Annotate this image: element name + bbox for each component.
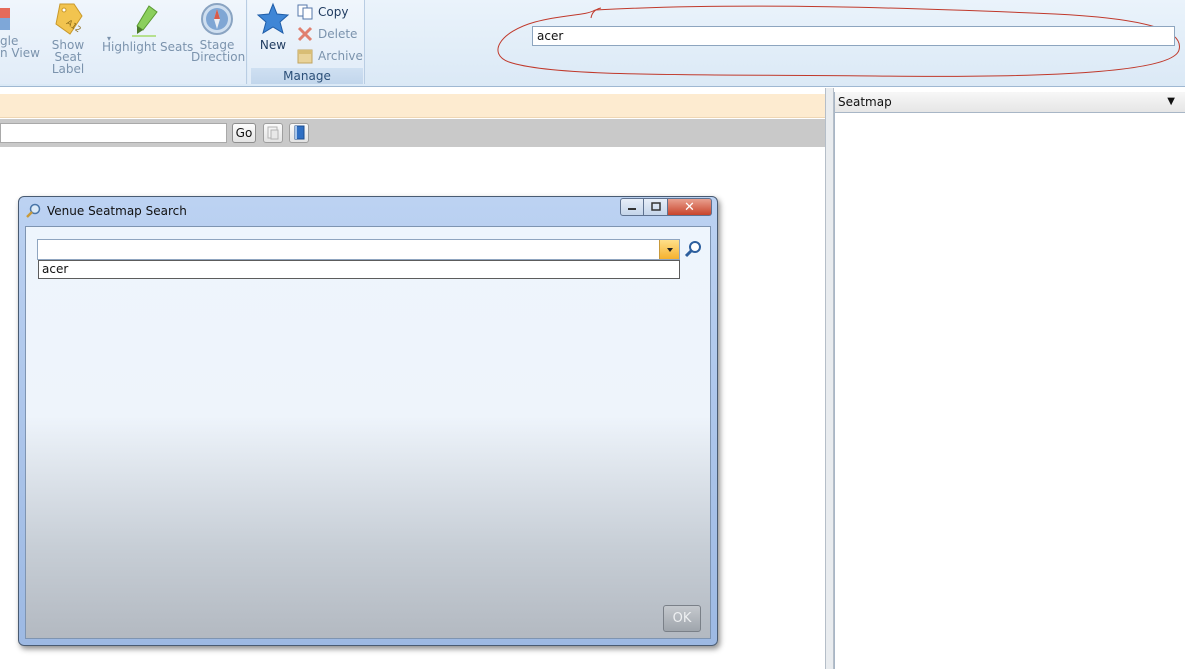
toolbar-search-input[interactable] [0, 123, 227, 143]
stage-direction-button[interactable]: Stage Direction [191, 2, 246, 64]
chevron-down-icon[interactable]: ▼ [1167, 92, 1175, 112]
copy-button[interactable]: Copy [297, 3, 348, 21]
delete-button[interactable]: Delete [297, 25, 357, 43]
book-icon [294, 125, 305, 140]
close-icon: ✕ [684, 199, 695, 215]
seatmap-panel-title: Seatmap [838, 95, 892, 109]
tag-icon: A12 [55, 3, 83, 35]
close-button[interactable]: ✕ [668, 198, 712, 216]
highlighter-icon [132, 5, 158, 37]
compass-icon [201, 3, 233, 35]
seatmap-panel: Seatmap ▼ [834, 92, 1185, 669]
minimize-button[interactable] [620, 198, 644, 216]
show-seat-label-line2: Seat Label [51, 50, 85, 76]
archive-label: Archive [318, 49, 363, 63]
highlight-seats-label: Highlight Seats [102, 40, 194, 54]
info-band [0, 94, 825, 118]
new-button[interactable]: New [254, 2, 292, 51]
clear-button[interactable] [263, 123, 283, 143]
combobox-dropdown-button[interactable] [659, 240, 679, 259]
stage-direction-line2: Direction [191, 50, 246, 64]
minimize-icon [628, 208, 636, 210]
page-icon [267, 126, 279, 140]
seatmap-search-combobox[interactable] [37, 239, 680, 260]
highlight-seats-button[interactable]: Highlight Seats [102, 4, 194, 54]
maximize-button[interactable] [644, 198, 668, 216]
vertical-splitter[interactable] [825, 88, 834, 669]
show-seat-label-button[interactable]: A12 Show Seat Label [40, 2, 96, 75]
toggle-view-button[interactable]: gle n View [0, 2, 40, 60]
dropdown-item[interactable]: acer [42, 261, 679, 278]
manage-group-label: Manage [251, 68, 363, 84]
copy-icon [297, 4, 313, 20]
venue-seatmap-search-dialog: Venue Seatmap Search ✕ acer OK [18, 196, 718, 646]
archive-button[interactable]: Archive [297, 47, 363, 65]
delete-icon [297, 26, 313, 42]
dropdown-list: acer [38, 260, 680, 279]
magnifier-icon [26, 203, 41, 218]
seatmap-panel-header[interactable]: Seatmap ▼ [835, 92, 1185, 113]
star-icon [256, 2, 290, 35]
window-buttons: ✕ [620, 198, 712, 216]
ok-button[interactable]: OK [663, 605, 701, 632]
copy-label: Copy [318, 5, 349, 19]
go-button[interactable]: Go [232, 123, 256, 143]
maximize-icon [650, 202, 661, 211]
dialog-title: Venue Seatmap Search [47, 204, 187, 218]
new-label: New [259, 38, 287, 52]
toggle-view-label-2: n View [0, 46, 40, 60]
search-icon[interactable] [683, 239, 703, 259]
toggle-view-icon [0, 8, 10, 30]
delete-label: Delete [318, 27, 358, 41]
ribbon: gle n View A12 Show Seat Label ▾ Highlig… [0, 0, 1185, 87]
book-button[interactable] [289, 123, 309, 143]
archive-icon [297, 49, 313, 64]
dialog-body: acer OK [25, 226, 711, 639]
ribbon-search-input[interactable]: acer [532, 26, 1175, 46]
